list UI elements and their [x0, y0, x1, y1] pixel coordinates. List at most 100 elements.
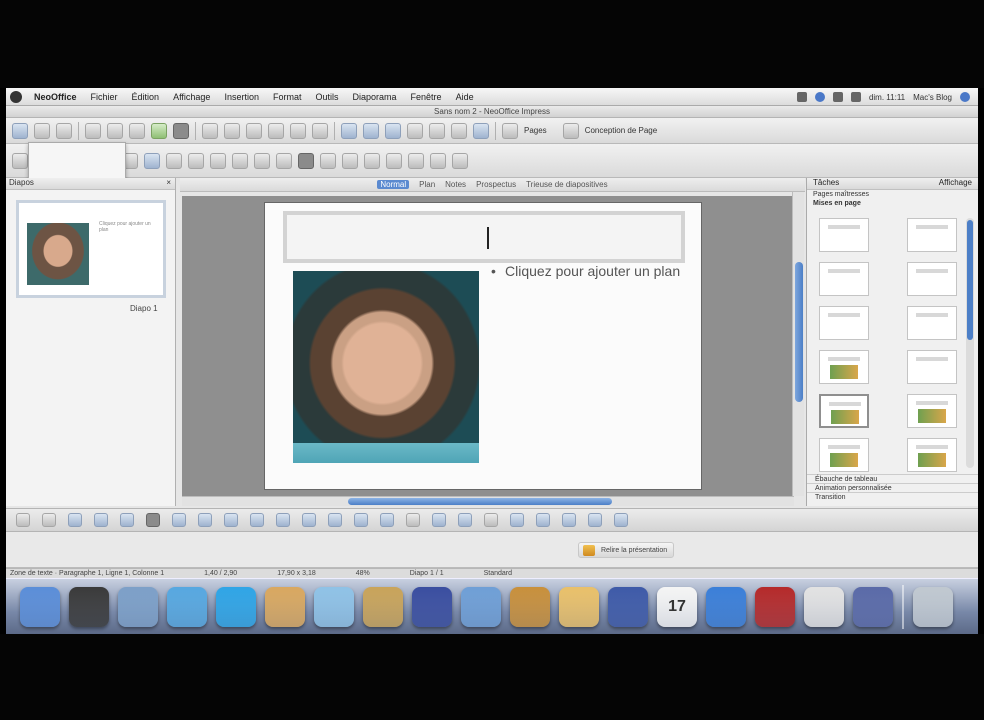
- section-master-pages[interactable]: Pages maîtresses: [807, 190, 978, 199]
- basic-shapes-icon[interactable]: [224, 513, 238, 527]
- pages-icon[interactable]: [502, 122, 518, 139]
- rectangle-tool-icon[interactable]: [68, 513, 82, 527]
- gallery-icon[interactable]: [536, 513, 550, 527]
- glue-points-icon[interactable]: [320, 152, 336, 169]
- ical-icon[interactable]: 17: [657, 586, 697, 627]
- menu-diaporama[interactable]: Diaporama: [353, 92, 397, 102]
- downloads-icon[interactable]: [853, 586, 893, 627]
- help-icon[interactable]: [473, 122, 489, 139]
- itunes-icon[interactable]: [314, 586, 354, 627]
- tasks-view-menu[interactable]: Affichage: [939, 178, 972, 189]
- edit-file-icon[interactable]: [85, 122, 101, 139]
- notes-icon[interactable]: [265, 586, 305, 627]
- layout-title-only[interactable]: [907, 218, 957, 252]
- layout-title-object[interactable]: [907, 350, 957, 384]
- slide-canvas[interactable]: Cliquez pour ajouter un plan: [264, 202, 702, 490]
- line-style-icon[interactable]: [12, 152, 28, 169]
- menu-aide[interactable]: Aide: [456, 92, 474, 102]
- horizontal-scroll-thumb[interactable]: [348, 498, 612, 505]
- select-arrow-icon[interactable]: [16, 513, 30, 527]
- slide-design-icon[interactable]: [562, 122, 579, 139]
- format-paintbrush-icon[interactable]: [268, 122, 284, 139]
- print-icon[interactable]: [129, 122, 145, 139]
- table-icon[interactable]: [363, 122, 379, 139]
- block-arrows-icon[interactable]: [276, 513, 290, 527]
- open-icon[interactable]: [34, 122, 50, 139]
- flowchart-icon[interactable]: [302, 513, 316, 527]
- battery-icon[interactable]: [850, 92, 861, 102]
- section-layouts[interactable]: Mises en page: [807, 199, 978, 208]
- vertical-scrollbar[interactable]: [792, 192, 804, 496]
- menu-edition[interactable]: Édition: [132, 92, 160, 102]
- arrange-icon[interactable]: [276, 152, 292, 169]
- layout-blank[interactable]: [819, 218, 869, 252]
- tasks-scrollbar[interactable]: [966, 218, 974, 468]
- spellcheck-icon[interactable]: [151, 122, 167, 139]
- save-icon[interactable]: [56, 122, 72, 139]
- wifi-icon[interactable]: [814, 92, 825, 102]
- line-tool-icon[interactable]: [42, 513, 56, 527]
- horizontal-scrollbar[interactable]: [182, 496, 794, 506]
- tab-handout[interactable]: Prospectus: [476, 180, 516, 189]
- content-placeholder[interactable]: Cliquez pour ajouter un plan: [487, 263, 687, 463]
- symbol-shapes-icon[interactable]: [250, 513, 264, 527]
- copy-icon[interactable]: [224, 122, 240, 139]
- dvd-player-icon[interactable]: [69, 586, 109, 627]
- redo-icon[interactable]: [312, 122, 328, 139]
- position-size-icon[interactable]: [342, 152, 358, 169]
- tab-notes[interactable]: Notes: [445, 180, 466, 189]
- preview-icon[interactable]: [118, 586, 158, 627]
- imovie-icon[interactable]: [412, 586, 452, 627]
- align-icon[interactable]: [254, 152, 270, 169]
- tab-normal[interactable]: Normal: [377, 180, 410, 189]
- menu-format[interactable]: Format: [273, 92, 302, 102]
- layout-picture-title[interactable]: [819, 438, 869, 472]
- layout-picture-text-selected[interactable]: [819, 394, 869, 428]
- export-pdf-icon[interactable]: [107, 122, 123, 139]
- hyperlink-icon[interactable]: [385, 122, 401, 139]
- callouts-icon[interactable]: [328, 513, 342, 527]
- layout-title-text[interactable]: [907, 306, 957, 340]
- menu-outils[interactable]: Outils: [315, 92, 338, 102]
- slide-design-button[interactable]: Conception de Page: [585, 126, 658, 135]
- layout-text-picture[interactable]: [907, 394, 957, 428]
- draw-functions-icon[interactable]: [407, 122, 423, 139]
- points-icon[interactable]: [298, 152, 314, 169]
- tab-slide-sorter[interactable]: Trieuse de diapositives: [526, 180, 608, 189]
- trash-icon[interactable]: [913, 586, 953, 627]
- title-placeholder[interactable]: [283, 211, 685, 263]
- lines-arrows-icon[interactable]: [198, 513, 212, 527]
- slide-thumbnail[interactable]: Cliquez pour ajouter un plan: [16, 200, 166, 298]
- area-style-icon[interactable]: [166, 152, 182, 169]
- send-back-icon[interactable]: [386, 152, 402, 169]
- menubar-clock[interactable]: dim. 11:11: [869, 93, 905, 102]
- image-from-file-icon[interactable]: [510, 513, 524, 527]
- fill-color-icon[interactable]: [188, 152, 204, 169]
- menu-fenetre[interactable]: Fenêtre: [411, 92, 442, 102]
- arrange-tool-icon[interactable]: [458, 513, 472, 527]
- layout-title-two-content[interactable]: [907, 262, 957, 296]
- apple-menu-icon[interactable]: [10, 90, 22, 103]
- photo-icon[interactable]: [363, 586, 403, 627]
- autospell-icon[interactable]: [173, 122, 189, 139]
- bring-front-icon[interactable]: [364, 152, 380, 169]
- rehearse-presentation-button[interactable]: Relire la présentation: [578, 542, 675, 558]
- new-document-icon[interactable]: [12, 122, 28, 139]
- spotlight-icon[interactable]: [960, 92, 970, 102]
- line-color-icon[interactable]: [144, 152, 160, 169]
- ungroup-icon[interactable]: [430, 152, 446, 169]
- tab-outline[interactable]: Plan: [419, 180, 435, 189]
- bluetooth-icon[interactable]: [796, 92, 807, 102]
- zoom-icon[interactable]: [451, 122, 467, 139]
- volume-icon[interactable]: [832, 92, 843, 102]
- paste-icon[interactable]: [246, 122, 262, 139]
- layout-title-text-picture[interactable]: [907, 438, 957, 472]
- skype-icon[interactable]: [216, 586, 256, 627]
- folder-icon[interactable]: [559, 586, 599, 627]
- chart-icon[interactable]: [341, 122, 357, 139]
- connector-tool-icon[interactable]: [172, 513, 186, 527]
- inserted-photo[interactable]: [293, 271, 479, 463]
- extrusion-icon[interactable]: [484, 513, 498, 527]
- section-transition[interactable]: Transition: [807, 492, 978, 502]
- cut-icon[interactable]: [202, 122, 218, 139]
